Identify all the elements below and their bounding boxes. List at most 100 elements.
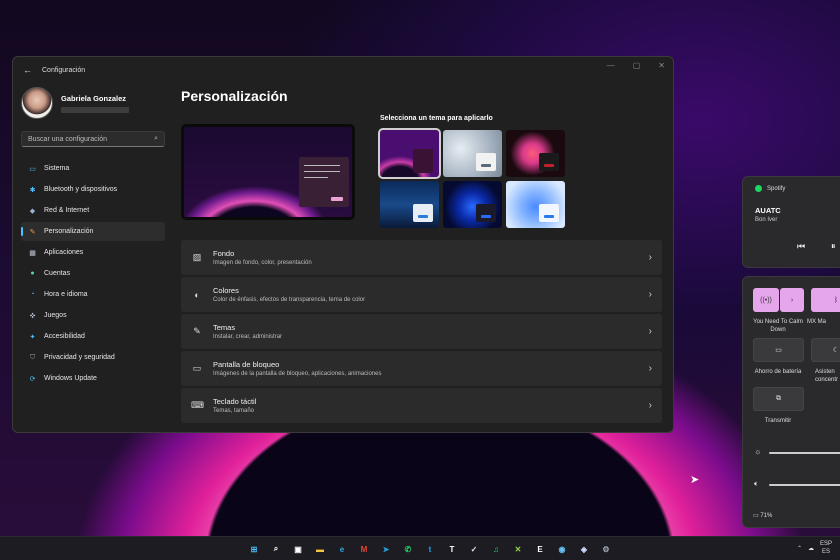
brightness-icon: ☼	[754, 447, 762, 456]
chevron-right-icon: ›	[648, 326, 652, 337]
gmail-icon[interactable]: M	[356, 541, 372, 557]
sidebar-item[interactable]: ✦ Accesibilidad	[21, 327, 165, 346]
apps-icon: ▦	[29, 249, 36, 257]
brightness-slider[interactable]	[769, 452, 840, 454]
window-controls: — ▢ ✕	[607, 61, 665, 70]
spotify-icon[interactable]: ♫	[488, 541, 504, 557]
maximize-button[interactable]: ▢	[633, 61, 641, 70]
previous-track-icon[interactable]: ⏮	[797, 241, 805, 252]
media-app-name: Spotify	[767, 185, 786, 192]
edge-icon[interactable]: e	[334, 541, 350, 557]
bluetooth-toggle-button[interactable]: ᛒ	[811, 288, 840, 312]
sidebar-item[interactable]: ✎ Personalización	[21, 222, 165, 241]
settings-window: ← Configuración — ▢ ✕ Gabriela Gonzalez …	[12, 56, 674, 433]
close-button[interactable]: ✕	[658, 61, 665, 70]
title-bar: ← Configuración	[13, 57, 673, 83]
xbox-icon[interactable]: ✕	[510, 541, 526, 557]
avatar	[21, 87, 53, 119]
search-placeholder: Buscar una configuración	[28, 135, 107, 143]
focus-assist-label: Asisten concentr	[815, 369, 839, 383]
sidebar-item-label: Bluetooth y dispositivos	[44, 186, 118, 193]
steam-icon[interactable]: ◉	[554, 541, 570, 557]
sidebar-item-label: Juegos	[44, 312, 67, 319]
media-app: Spotify	[755, 185, 839, 192]
file-explorer-icon[interactable]: ▬	[312, 541, 328, 557]
time-language-icon: ◔	[30, 291, 35, 298]
battery-saver-icon: ▭	[775, 347, 782, 354]
volume-slider[interactable]	[769, 484, 840, 486]
search-input[interactable]: Buscar una configuración ⌕	[21, 131, 165, 147]
typora-icon[interactable]: T	[444, 541, 460, 557]
chevron-up-icon[interactable]: ⌃	[797, 545, 802, 552]
profile-name: Gabriela Gonzalez	[61, 93, 127, 103]
cast-button[interactable]: ⧉	[753, 387, 804, 411]
sidebar-item[interactable]: ▦ Aplicaciones	[21, 243, 165, 262]
focus-assist-button[interactable]: ☾	[811, 338, 840, 362]
media-flyout: Spotify AUATC Bon Iver ⏮ ⏸	[742, 176, 840, 268]
wifi-expand-button[interactable]: ›	[780, 288, 804, 312]
minimize-button[interactable]: —	[607, 61, 615, 70]
system-tray: ⌃ ☁ ESP ES	[797, 540, 832, 556]
task-view-icon[interactable]: ▣	[290, 541, 306, 557]
pen-icon: ✎	[193, 326, 201, 336]
accessibility-icon: ✦	[29, 333, 36, 341]
profile[interactable]: Gabriela Gonzalez	[13, 83, 173, 123]
twitter-icon[interactable]: t	[422, 541, 438, 557]
sidebar-item-label: Aplicaciones	[44, 249, 84, 256]
sidebar-item[interactable]: ◆ Red & Internet	[21, 201, 165, 220]
cloud-icon[interactable]: ☁	[808, 545, 814, 552]
battery-status[interactable]: ▭ 71%	[753, 512, 772, 519]
row-title: Pantalla de bloqueo	[213, 360, 280, 369]
sidebar-item[interactable]: ◔ Hora e idioma	[21, 285, 165, 304]
tweetdeck-icon[interactable]: ✓	[466, 541, 482, 557]
whatsapp-icon[interactable]: ✆	[400, 541, 416, 557]
row-subtitle: Temas, tamaño	[213, 408, 255, 414]
theme-thumbnail[interactable]	[378, 128, 441, 179]
battery-saver-button[interactable]: ▭	[753, 338, 804, 362]
theme-thumbnail[interactable]	[506, 181, 565, 228]
sidebar-item[interactable]: ✱ Bluetooth y dispositivos	[21, 180, 165, 199]
mouse-cursor-icon: ➤	[690, 474, 700, 486]
cast-label: Transmitir	[764, 418, 792, 424]
app-icon[interactable]: ◈	[576, 541, 592, 557]
theme-thumbnail[interactable]	[506, 130, 565, 177]
main-content: Personalización Selecciona un tema para …	[181, 83, 673, 432]
search-icon[interactable]: ⌕	[268, 541, 284, 557]
settings-icon[interactable]: ⚙	[598, 541, 614, 557]
sidebar-item-label: Sistema	[44, 165, 70, 172]
sidebar-item[interactable]: ⟳ Windows Update	[21, 369, 165, 388]
sidebar-item[interactable]: ● Cuentas	[21, 264, 165, 283]
settings-row[interactable]: ▨ Fondo Imagen de fondo, color, presentaci…	[181, 240, 662, 275]
bluetooth-icon: ᛒ	[833, 296, 839, 304]
wifi-label: You Need To Calm Down	[753, 319, 803, 333]
wifi-toggle-button[interactable]: ((•))	[753, 288, 779, 312]
sidebar-item[interactable]: ⛉ Privacidad y seguridad	[21, 348, 165, 367]
theme-thumbnail[interactable]	[380, 181, 439, 228]
pause-icon[interactable]: ⏸	[831, 241, 836, 252]
volume-icon: 🔈︎	[754, 479, 759, 488]
keyboard-icon: ⌨	[191, 400, 204, 410]
accounts-icon: ●	[30, 270, 35, 277]
epic-games-icon[interactable]: E	[532, 541, 548, 557]
language-region: ES	[821, 549, 830, 555]
settings-row[interactable]: ✎ Temas Instalar, crear, administrar ›	[181, 314, 662, 349]
track-artist: Bon Iver	[755, 217, 778, 223]
theme-thumbnail[interactable]	[443, 181, 502, 228]
settings-row[interactable]: ⌨ Teclado táctil Temas, tamaño ›	[181, 388, 662, 423]
profile-email-redacted	[61, 106, 129, 113]
settings-row[interactable]: ▭ Pantalla de bloqueo Imágenes de la panta…	[181, 351, 662, 386]
language-indicator[interactable]: ESP ES	[820, 540, 832, 556]
chevron-right-icon: ›	[648, 363, 652, 374]
sidebar-item[interactable]: ✜ Juegos	[21, 306, 165, 325]
windows-start-icon[interactable]: ⊞	[246, 541, 262, 557]
sidebar-item-label: Hora e idioma	[44, 291, 88, 298]
theme-thumbnail[interactable]	[443, 130, 502, 177]
sidebar-item[interactable]: ▭ Sistema	[21, 159, 165, 178]
row-subtitle: Instalar, crear, administrar	[213, 334, 283, 340]
shield-icon: ⛉	[29, 353, 36, 361]
settings-row[interactable]: ◐ Colores Color de énfasis, efectos de tra…	[181, 277, 662, 312]
telegram-icon[interactable]: ➤	[378, 541, 394, 557]
search-icon[interactable]: ⌕	[154, 135, 158, 143]
back-arrow-icon[interactable]: ←	[23, 65, 32, 75]
taskbar: ⊞ ⌕ ▣ ▬ e M ➤ ✆ t T ✓ ♫ ✕ E ◉ ◈ ⚙ ⌃ ☁ ESP ES	[0, 536, 840, 560]
